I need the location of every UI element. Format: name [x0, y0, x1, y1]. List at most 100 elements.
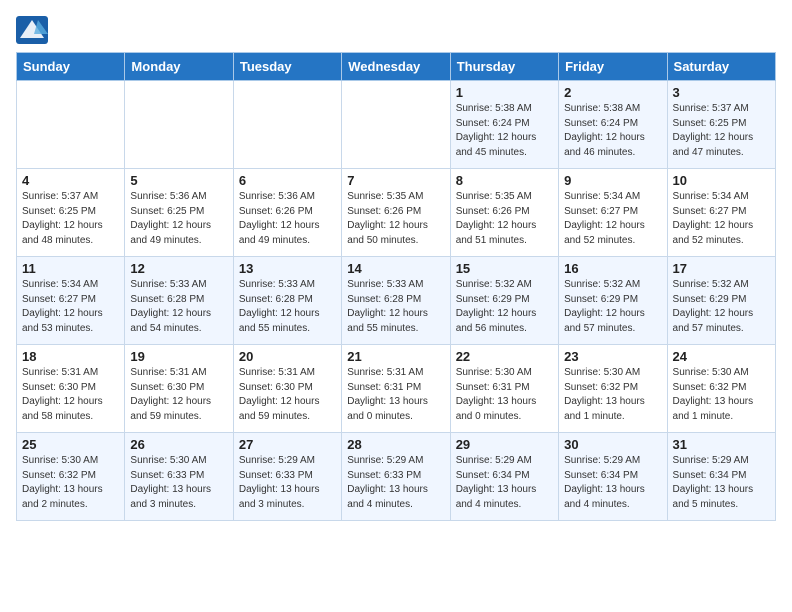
calendar-cell: 31 Sunrise: 5:29 AM Sunset: 6:34 PM Dayli… [667, 433, 775, 521]
calendar-cell: 30 Sunrise: 5:29 AM Sunset: 6:34 PM Dayli… [559, 433, 667, 521]
day-info: Sunrise: 5:29 AM Sunset: 6:33 PM Dayligh… [239, 454, 336, 512]
day-number: 9 [564, 173, 661, 188]
calendar-cell: 14 Sunrise: 5:33 AM Sunset: 6:28 PM Dayli… [342, 257, 450, 345]
day-number: 19 [130, 349, 227, 364]
calendar-cell: 1 Sunrise: 5:38 AM Sunset: 6:24 PM Daylig… [450, 81, 558, 169]
calendar-table: SundayMondayTuesdayWednesdayThursdayFrid… [16, 52, 776, 521]
calendar-cell: 24 Sunrise: 5:30 AM Sunset: 6:32 PM Dayli… [667, 345, 775, 433]
day-number: 5 [130, 173, 227, 188]
day-number: 27 [239, 437, 336, 452]
day-number: 13 [239, 261, 336, 276]
calendar-cell: 26 Sunrise: 5:30 AM Sunset: 6:33 PM Dayli… [125, 433, 233, 521]
calendar-cell: 18 Sunrise: 5:31 AM Sunset: 6:30 PM Dayli… [17, 345, 125, 433]
day-header-monday: Monday [125, 53, 233, 81]
day-number: 25 [22, 437, 119, 452]
day-info: Sunrise: 5:38 AM Sunset: 6:24 PM Dayligh… [456, 102, 553, 160]
day-number: 1 [456, 85, 553, 100]
calendar-cell: 22 Sunrise: 5:30 AM Sunset: 6:31 PM Dayli… [450, 345, 558, 433]
day-number: 26 [130, 437, 227, 452]
calendar-cell: 23 Sunrise: 5:30 AM Sunset: 6:32 PM Dayli… [559, 345, 667, 433]
day-number: 3 [673, 85, 770, 100]
day-info: Sunrise: 5:35 AM Sunset: 6:26 PM Dayligh… [456, 190, 553, 248]
calendar-cell: 19 Sunrise: 5:31 AM Sunset: 6:30 PM Dayli… [125, 345, 233, 433]
calendar-cell: 27 Sunrise: 5:29 AM Sunset: 6:33 PM Dayli… [233, 433, 341, 521]
calendar-cell: 10 Sunrise: 5:34 AM Sunset: 6:27 PM Dayli… [667, 169, 775, 257]
day-header-sunday: Sunday [17, 53, 125, 81]
calendar-cell: 7 Sunrise: 5:35 AM Sunset: 6:26 PM Daylig… [342, 169, 450, 257]
day-info: Sunrise: 5:29 AM Sunset: 6:33 PM Dayligh… [347, 454, 444, 512]
day-number: 23 [564, 349, 661, 364]
day-info: Sunrise: 5:36 AM Sunset: 6:26 PM Dayligh… [239, 190, 336, 248]
calendar-cell: 5Sunrise: 5:36 AM Sunset: 6:25 PM Daylig… [125, 169, 233, 257]
calendar-cell: 11 Sunrise: 5:34 AM Sunset: 6:27 PM Dayli… [17, 257, 125, 345]
calendar-cell [233, 81, 341, 169]
day-info: Sunrise: 5:30 AM Sunset: 6:32 PM Dayligh… [564, 366, 661, 424]
day-number: 21 [347, 349, 444, 364]
calendar-cell: 29 Sunrise: 5:29 AM Sunset: 6:34 PM Dayli… [450, 433, 558, 521]
calendar-cell: 15 Sunrise: 5:32 AM Sunset: 6:29 PM Dayli… [450, 257, 558, 345]
day-number: 30 [564, 437, 661, 452]
day-info: Sunrise: 5:30 AM Sunset: 6:33 PM Dayligh… [130, 454, 227, 512]
day-header-thursday: Thursday [450, 53, 558, 81]
calendar-cell: 4 Sunrise: 5:37 AM Sunset: 6:25 PM Daylig… [17, 169, 125, 257]
day-number: 10 [673, 173, 770, 188]
logo-icon [16, 16, 48, 44]
day-number: 16 [564, 261, 661, 276]
day-info: Sunrise: 5:37 AM Sunset: 6:25 PM Dayligh… [673, 102, 770, 160]
day-number: 4 [22, 173, 119, 188]
day-info: Sunrise: 5:34 AM Sunset: 6:27 PM Dayligh… [22, 278, 119, 336]
day-info: Sunrise: 5:32 AM Sunset: 6:29 PM Dayligh… [456, 278, 553, 336]
calendar-cell: 21 Sunrise: 5:31 AM Sunset: 6:31 PM Dayli… [342, 345, 450, 433]
day-number: 15 [456, 261, 553, 276]
day-info: Sunrise: 5:33 AM Sunset: 6:28 PM Dayligh… [347, 278, 444, 336]
day-info: Sunrise: 5:38 AM Sunset: 6:24 PM Dayligh… [564, 102, 661, 160]
day-info: Sunrise: 5:29 AM Sunset: 6:34 PM Dayligh… [564, 454, 661, 512]
day-info: Sunrise: 5:29 AM Sunset: 6:34 PM Dayligh… [456, 454, 553, 512]
calendar-cell: 13 Sunrise: 5:33 AM Sunset: 6:28 PM Dayli… [233, 257, 341, 345]
day-info: Sunrise: 5:29 AM Sunset: 6:34 PM Dayligh… [673, 454, 770, 512]
day-info: Sunrise: 5:30 AM Sunset: 6:32 PM Dayligh… [673, 366, 770, 424]
day-info: Sunrise: 5:32 AM Sunset: 6:29 PM Dayligh… [564, 278, 661, 336]
calendar-cell: 12Sunrise: 5:33 AM Sunset: 6:28 PM Dayli… [125, 257, 233, 345]
day-info: Sunrise: 5:30 AM Sunset: 6:31 PM Dayligh… [456, 366, 553, 424]
day-number: 28 [347, 437, 444, 452]
day-number: 18 [22, 349, 119, 364]
day-header-friday: Friday [559, 53, 667, 81]
calendar-cell: 28 Sunrise: 5:29 AM Sunset: 6:33 PM Dayli… [342, 433, 450, 521]
day-info: Sunrise: 5:33 AM Sunset: 6:28 PM Dayligh… [239, 278, 336, 336]
day-info: Sunrise: 5:32 AM Sunset: 6:29 PM Dayligh… [673, 278, 770, 336]
calendar-cell: 20 Sunrise: 5:31 AM Sunset: 6:30 PM Dayli… [233, 345, 341, 433]
calendar-cell: 25Sunrise: 5:30 AM Sunset: 6:32 PM Dayli… [17, 433, 125, 521]
day-info: Sunrise: 5:37 AM Sunset: 6:25 PM Dayligh… [22, 190, 119, 248]
calendar-cell [342, 81, 450, 169]
day-number: 24 [673, 349, 770, 364]
day-number: 11 [22, 261, 119, 276]
day-header-tuesday: Tuesday [233, 53, 341, 81]
calendar-cell: 17Sunrise: 5:32 AM Sunset: 6:29 PM Dayli… [667, 257, 775, 345]
day-header-wednesday: Wednesday [342, 53, 450, 81]
day-info: Sunrise: 5:35 AM Sunset: 6:26 PM Dayligh… [347, 190, 444, 248]
day-info: Sunrise: 5:34 AM Sunset: 6:27 PM Dayligh… [673, 190, 770, 248]
day-info: Sunrise: 5:31 AM Sunset: 6:30 PM Dayligh… [130, 366, 227, 424]
calendar-cell [17, 81, 125, 169]
calendar-cell: 2 Sunrise: 5:38 AM Sunset: 6:24 PM Daylig… [559, 81, 667, 169]
day-number: 31 [673, 437, 770, 452]
day-info: Sunrise: 5:31 AM Sunset: 6:30 PM Dayligh… [22, 366, 119, 424]
calendar-cell: 8 Sunrise: 5:35 AM Sunset: 6:26 PM Daylig… [450, 169, 558, 257]
day-number: 14 [347, 261, 444, 276]
day-number: 12 [130, 261, 227, 276]
header [16, 16, 776, 44]
day-info: Sunrise: 5:31 AM Sunset: 6:30 PM Dayligh… [239, 366, 336, 424]
day-number: 2 [564, 85, 661, 100]
calendar-cell [125, 81, 233, 169]
day-info: Sunrise: 5:31 AM Sunset: 6:31 PM Dayligh… [347, 366, 444, 424]
calendar-cell: 16 Sunrise: 5:32 AM Sunset: 6:29 PM Dayli… [559, 257, 667, 345]
day-number: 20 [239, 349, 336, 364]
day-info: Sunrise: 5:34 AM Sunset: 6:27 PM Dayligh… [564, 190, 661, 248]
day-number: 8 [456, 173, 553, 188]
day-number: 29 [456, 437, 553, 452]
calendar-cell: 6Sunrise: 5:36 AM Sunset: 6:26 PM Daylig… [233, 169, 341, 257]
logo [16, 16, 52, 44]
day-number: 7 [347, 173, 444, 188]
day-number: 22 [456, 349, 553, 364]
